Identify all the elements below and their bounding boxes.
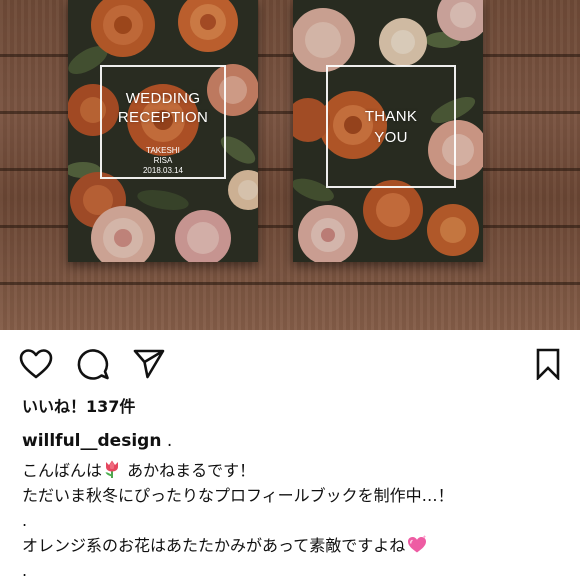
wedding-reception-card: WEDDING RECEPTION TAKESHI RISA 2018.03.1… <box>68 0 258 262</box>
card-title-line2: YOU <box>374 129 408 146</box>
caption-text: あかねまるです！ <box>122 461 256 480</box>
username-link[interactable]: willful__design <box>22 431 161 451</box>
card-title-line1: WEDDING <box>125 90 201 107</box>
caption-line: . <box>22 561 28 580</box>
sparkling-heart-emoji-icon <box>408 535 427 553</box>
caption-line: こんばんは あかねまるです！ <box>22 458 567 483</box>
caption-line: ただいま秋冬にぴったりなプロフィールブックを制作中…！ <box>22 486 454 505</box>
thank-you-card: THANK YOU <box>293 0 483 262</box>
username-suffix: . <box>161 431 173 451</box>
card-frame: WEDDING RECEPTION TAKESHI RISA 2018.03.1… <box>100 65 226 179</box>
caption-header: willful__design . <box>22 430 172 452</box>
save-button[interactable] <box>530 346 566 382</box>
like-button[interactable] <box>18 346 54 382</box>
caption-text: こんばんは <box>22 461 103 480</box>
card-name1: TAKESHI <box>146 146 180 155</box>
share-button[interactable] <box>131 346 167 382</box>
card-title-line1: THANK <box>364 108 418 125</box>
card-title-line2: RECEPTION <box>117 109 209 126</box>
comment-button[interactable] <box>75 346 111 382</box>
post-photo[interactable]: WEDDING RECEPTION TAKESHI RISA 2018.03.1… <box>0 0 580 330</box>
post-caption: こんばんは あかねまるです！ ただいま秋冬にぴったりなプロフィールブックを制作中… <box>22 458 567 583</box>
card-name2: RISA <box>153 156 173 165</box>
post-action-bar <box>0 340 580 386</box>
caption-line: . <box>22 511 28 530</box>
card-date: 2018.03.14 <box>142 166 184 175</box>
caption-text: オレンジ系のお花はあたたかみがあって素敵ですよね <box>22 536 406 555</box>
likes-count[interactable]: いいね！137件 <box>22 396 135 418</box>
tulip-emoji-icon <box>105 460 119 478</box>
heart-outline-icon <box>19 349 53 379</box>
caption-line: オレンジ系のお花はあたたかみがあって素敵ですよね <box>22 533 567 558</box>
card-frame: THANK YOU <box>326 65 456 188</box>
bookmark-outline-icon <box>536 348 560 380</box>
comment-bubble-icon <box>77 349 109 380</box>
paper-plane-icon <box>133 349 165 379</box>
